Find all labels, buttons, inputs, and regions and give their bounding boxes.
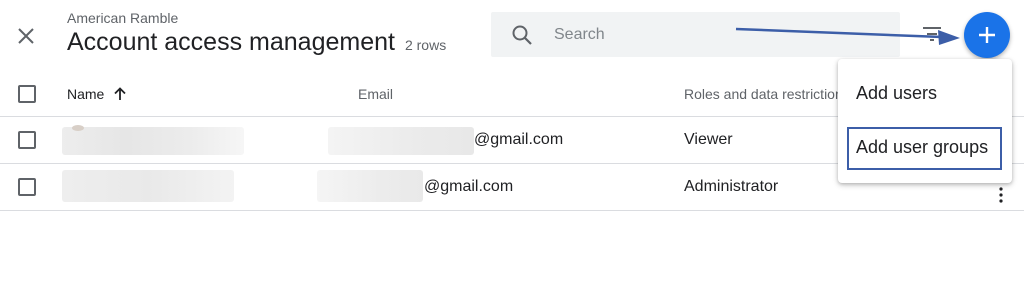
column-header-roles[interactable]: Roles and data restrictions: [684, 86, 842, 102]
account-name: American Ramble: [67, 10, 179, 26]
row-checkbox[interactable]: [18, 178, 36, 196]
more-vert-icon[interactable]: [996, 186, 1006, 204]
search-input[interactable]: [554, 25, 874, 44]
column-header-name[interactable]: Name: [67, 86, 128, 102]
close-button[interactable]: [14, 24, 38, 48]
menu-item-add-user-groups[interactable]: Add user groups: [838, 137, 1012, 158]
page-title: Account access management: [67, 28, 395, 56]
select-all-checkbox[interactable]: [18, 85, 36, 103]
menu-item-add-users[interactable]: Add users: [838, 83, 1012, 104]
row-count: 2 rows: [404, 37, 447, 53]
avatar: [72, 125, 84, 131]
column-header-email[interactable]: Email: [358, 86, 393, 102]
plus-icon: [979, 27, 995, 43]
search-icon: [512, 25, 532, 45]
add-button[interactable]: [964, 12, 1010, 58]
row-checkbox[interactable]: [18, 131, 36, 149]
redacted-name: [62, 170, 234, 202]
user-role: Viewer: [684, 131, 733, 148]
close-icon: [18, 28, 34, 44]
column-header-name-label: Name: [67, 86, 105, 102]
user-role: Administrator: [684, 178, 779, 195]
add-menu: Add users Add user groups: [838, 59, 1012, 183]
redacted-name: [62, 125, 244, 155]
redacted-email: [328, 127, 474, 155]
redacted-email: [317, 170, 423, 202]
user-email: @gmail.com: [424, 178, 514, 195]
search-box[interactable]: [491, 12, 900, 57]
title-row: Account access management 2 rows: [67, 28, 446, 57]
arrow-up-icon[interactable]: [112, 86, 128, 102]
user-email: @gmail.com: [474, 131, 564, 148]
filter-icon[interactable]: [922, 26, 942, 42]
